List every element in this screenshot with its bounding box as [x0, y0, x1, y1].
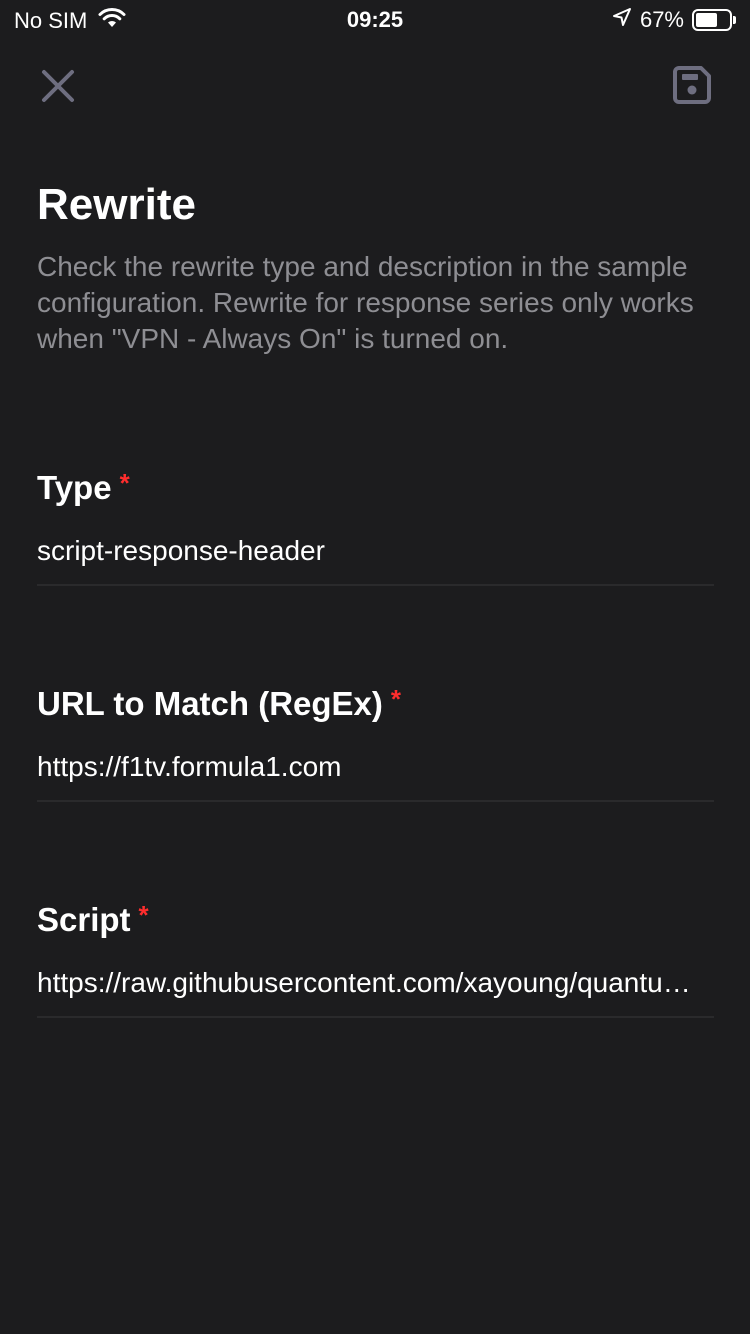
- field-divider: [37, 584, 714, 586]
- save-disk-icon: [673, 66, 711, 104]
- field-divider: [37, 1016, 714, 1018]
- url-label-text: URL to Match (RegEx): [37, 685, 383, 722]
- field-divider: [37, 800, 714, 802]
- page-description: Check the rewrite type and description i…: [37, 251, 694, 354]
- required-mark: *: [138, 900, 149, 930]
- battery-icon: [692, 9, 736, 31]
- url-label: URL to Match (RegEx) *: [37, 684, 714, 724]
- type-label-text: Type: [37, 469, 112, 506]
- page-title: Rewrite: [37, 180, 196, 229]
- location-arrow-icon: [612, 7, 632, 33]
- close-button[interactable]: [38, 66, 78, 106]
- close-icon: [42, 70, 74, 102]
- status-bar: No SIM 09:25 67%: [0, 0, 750, 42]
- required-mark: *: [119, 468, 130, 498]
- url-field[interactable]: URL to Match (RegEx) * https://f1tv.formu…: [37, 684, 714, 802]
- type-field[interactable]: Type * script-response-header: [37, 468, 714, 586]
- save-button[interactable]: [672, 65, 712, 105]
- type-label: Type *: [37, 468, 714, 508]
- script-label-text: Script: [37, 901, 131, 938]
- rewrite-screen: No SIM 09:25 67% Rewrite Check the rewri…: [0, 0, 750, 1334]
- script-field[interactable]: Script * https://raw.githubusercontent.co…: [37, 900, 714, 1018]
- type-value[interactable]: script-response-header: [37, 535, 714, 567]
- url-input[interactable]: https://f1tv.formula1.com: [37, 751, 714, 783]
- status-right: 67%: [612, 7, 736, 33]
- required-mark: *: [390, 684, 402, 714]
- script-label: Script *: [37, 900, 714, 940]
- battery-percent: 67%: [639, 7, 684, 32]
- script-input[interactable]: https://raw.githubusercontent.com/xayoun…: [37, 967, 714, 999]
